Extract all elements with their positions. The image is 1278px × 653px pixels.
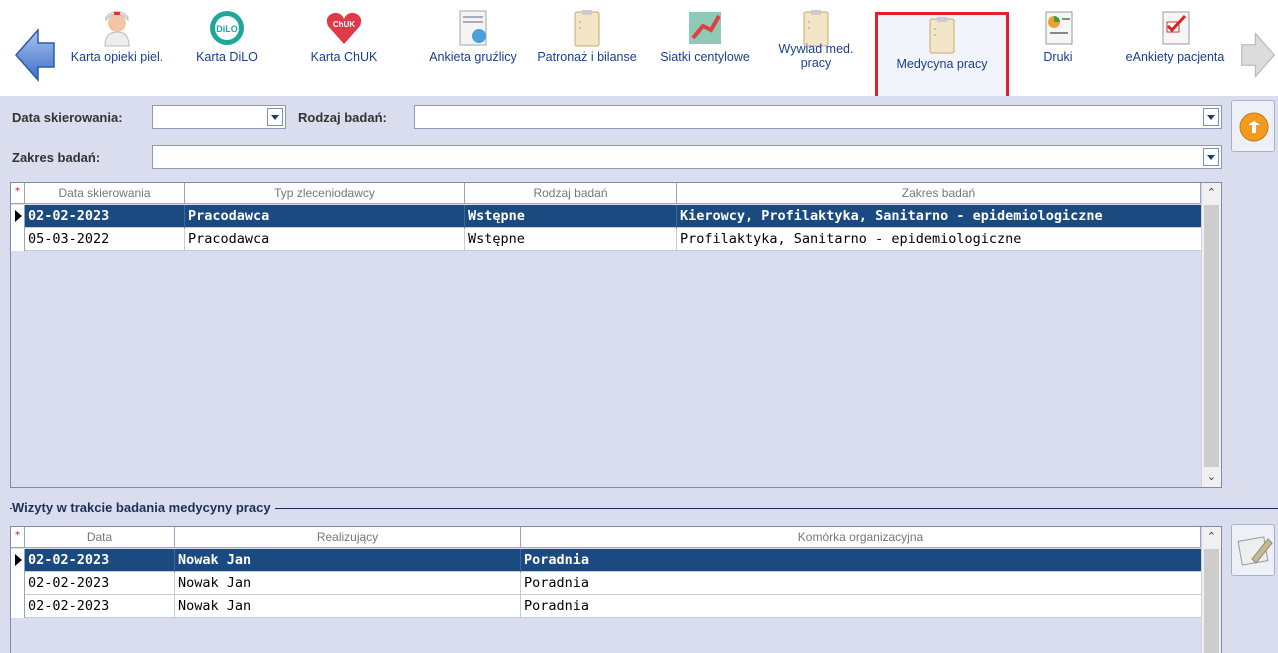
nurse-icon [104, 11, 130, 47]
chart-icon [689, 12, 721, 44]
zakres-badan-label: Zakres badań: [12, 150, 101, 165]
table-row[interactable]: 02-02-2023 Nowak Jan Poradnia [11, 595, 1201, 618]
tab-ankieta-gruzlicy[interactable]: Ankieta gruźlicy [417, 8, 529, 98]
svg-text:ChUK: ChUK [333, 20, 355, 29]
nav-forward-arrow-icon[interactable] [1240, 26, 1276, 84]
row-indicator-icon [11, 205, 25, 228]
table-row[interactable]: 02-02-2023 Nowak Jan Poradnia [11, 549, 1201, 572]
clipboard-icon [574, 10, 600, 47]
table-row[interactable]: 02-02-2023 Pracodawca Wstępne Kierowcy, … [11, 205, 1201, 228]
main-panel: Data skierowania: Rodzaj badań: Zakres b… [0, 96, 1278, 653]
referrals-header: * Data skierowania Typ zleceniodawcy Rod… [11, 183, 1201, 204]
tab-karta-dilo[interactable]: DiLO Karta DiLO [188, 8, 266, 98]
scroll-down-icon[interactable]: ⌄ [1202, 467, 1221, 487]
column-header[interactable]: Rodzaj badań [465, 183, 677, 204]
tab-eankiety-pacjenta[interactable]: eAnkiety pacjenta [1112, 8, 1238, 98]
edit-document-icon [1237, 536, 1273, 566]
svg-text:DiLO: DiLO [216, 24, 238, 34]
referrals-scrollbar[interactable]: ⌃ ⌄ [1201, 183, 1221, 487]
zakres-badan-combo[interactable] [152, 145, 1222, 169]
tab-karta-opieki-piel[interactable]: Karta opieki piel. [58, 8, 176, 98]
tab-karta-chuk[interactable]: ChUK Karta ChUK [305, 8, 383, 98]
new-row-marker: * [11, 527, 25, 548]
column-header[interactable]: Realizujący [175, 527, 521, 548]
tab-siatki-centylowe[interactable]: Siatki centylowe [650, 8, 760, 98]
visits-section-title: Wizyty w trakcie badania medycyny pracy [12, 500, 275, 515]
row-indicator [11, 228, 25, 251]
edit-visit-button[interactable] [1231, 524, 1275, 576]
rodzaj-badan-combo[interactable] [414, 105, 1222, 129]
refresh-icon [1239, 112, 1269, 142]
refresh-button[interactable] [1231, 100, 1275, 152]
rodzaj-badan-label: Rodzaj badań: [298, 110, 387, 125]
tab-patronaz-i-bilanse[interactable]: Patronaż i bilanse [528, 8, 646, 98]
chevron-down-icon[interactable] [1203, 108, 1219, 126]
tab-medycyna-pracy[interactable]: Medycyna pracy [875, 12, 1009, 100]
column-header[interactable]: Zakres badań [677, 183, 1201, 204]
column-header[interactable]: Data skierowania [25, 183, 185, 204]
row-indicator [11, 595, 25, 618]
dilo-icon: DiLO [210, 11, 244, 45]
checklist-icon [1162, 11, 1190, 45]
scroll-thumb[interactable] [1204, 205, 1219, 467]
tab-druki[interactable]: Druki [1028, 8, 1088, 98]
row-indicator-icon [11, 549, 25, 572]
column-header[interactable]: Komórka organizacyjna [521, 527, 1201, 548]
visits-scrollbar[interactable]: ⌃ [1201, 527, 1221, 653]
referrals-grid: * Data skierowania Typ zleceniodawcy Rod… [10, 182, 1222, 488]
visits-grid: * Data Realizujący Komórka organizacyjna… [10, 526, 1222, 653]
data-skierowania-combo[interactable] [152, 105, 286, 129]
new-row-marker: * [11, 183, 25, 204]
heart-icon: ChUK [326, 12, 362, 44]
nav-back-arrow-icon[interactable] [14, 26, 56, 84]
toolbar: Karta opieki piel. DiLO Karta DiLO ChUK … [0, 0, 1278, 100]
data-skierowania-label: Data skierowania: [12, 110, 123, 125]
column-header[interactable]: Data [25, 527, 175, 548]
clipboard-icon [929, 17, 955, 54]
scroll-thumb[interactable] [1204, 549, 1219, 653]
scroll-up-icon[interactable]: ⌃ [1202, 527, 1221, 547]
chevron-down-icon[interactable] [267, 108, 283, 126]
chevron-down-icon[interactable] [1203, 148, 1219, 166]
tab-wywiad-med-pracy[interactable]: Wywiad med. pracy [766, 8, 866, 98]
column-header[interactable]: Typ zleceniodawcy [185, 183, 465, 204]
visits-header: * Data Realizujący Komórka organizacyjna [11, 527, 1201, 548]
document-icon [1045, 11, 1073, 45]
table-row[interactable]: 05-03-2022 Pracodawca Wstępne Profilakty… [11, 228, 1201, 251]
table-row[interactable]: 02-02-2023 Nowak Jan Poradnia [11, 572, 1201, 595]
form-icon [459, 10, 487, 46]
row-indicator [11, 572, 25, 595]
scroll-up-icon[interactable]: ⌃ [1202, 183, 1221, 203]
